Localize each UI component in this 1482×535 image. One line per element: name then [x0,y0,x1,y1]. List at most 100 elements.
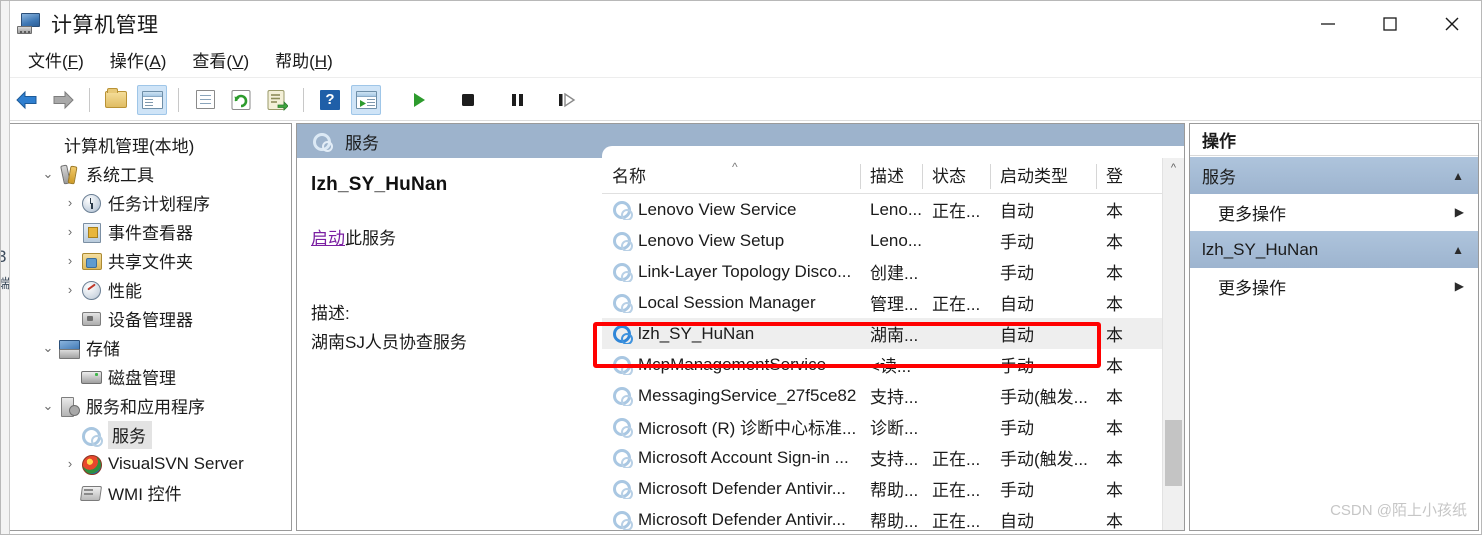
expand-chevron-down-icon[interactable]: ⌄ [38,167,58,180]
column-header-name[interactable]: 名称 ^ [602,162,860,193]
scroll-up-arrow-icon[interactable]: ^ [1163,158,1184,178]
column-header-label: 启动类型 [1000,167,1068,186]
table-row[interactable]: Lenovo View Setup Leno... 手动 本 [602,225,1184,256]
column-header-logon[interactable]: 登 [1096,162,1134,193]
export-list-icon[interactable] [262,85,292,115]
menu-action[interactable]: 操作(A) [97,49,180,75]
expand-chevron-right-icon[interactable]: › [60,196,80,209]
cell-name: Link-Layer Topology Disco... [602,262,860,282]
table-row[interactable]: Microsoft Account Sign-in ... 支持... 正在... 手… [602,442,1184,473]
actions-list: 服务 ▲ 更多操作 ▶ lzh_SY_HuNan ▲ 更多操作 ▶ [1190,156,1478,304]
refresh-icon[interactable] [226,85,256,115]
tree-item-8[interactable]: · 磁盘管理 [10,362,291,391]
tree-item-11[interactable]: › VisualSVN Server [10,449,291,478]
start-service-link[interactable]: 启动 [311,229,345,248]
cell-status: 正在... [932,202,981,221]
tree-item-7[interactable]: ⌄ 存储 [10,333,291,362]
cell-startup: 手动 [1000,481,1034,500]
cell-desc: 诊断... [870,419,919,438]
tree-item-6[interactable]: · 设备管理器 [10,304,291,333]
help-icon[interactable]: ? [315,85,345,115]
table-row[interactable]: lzh_SY_HuNan 湖南... 自动 本 [602,318,1184,349]
cell-name: Microsoft (R) 诊断中心标准... [602,414,860,439]
cell-logon: 本 [1106,264,1123,283]
table-row[interactable]: McpManagementService <读... 手动 本 [602,349,1184,380]
tree-item-label: VisualSVN Server [108,453,244,473]
column-header-startup[interactable]: 启动类型 [990,162,1096,193]
expand-chevron-down-icon[interactable]: ⌄ [38,341,58,354]
tree-item-2[interactable]: › 任务计划程序 [10,188,291,217]
services-table-body: Lenovo View Service Leno... 正在... 自动本 Lenovo… [602,194,1184,530]
expand-chevron-right-icon[interactable]: › [60,457,80,470]
expand-chevron-down-icon[interactable]: ⌄ [38,399,58,412]
tree-item-label: 存储 [86,340,120,359]
service-detail-panel: lzh_SY_HuNan 启动此服务 描述: 湖南SJ人员协查服务 [297,158,602,530]
table-row[interactable]: Link-Layer Topology Disco... 创建... 手动 本 [602,256,1184,287]
maximize-button[interactable] [1359,1,1421,46]
detail-description-label: 描述: [311,304,350,323]
cell-logon: 本 [1106,450,1123,469]
tree-item-1[interactable]: ⌄ 系统工具 [10,159,291,188]
actions-item-more-0[interactable]: 更多操作 ▶ [1190,194,1478,230]
tree-item-0[interactable]: · 计算机管理(本地) [10,130,291,159]
expand-chevron-right-icon[interactable]: › [60,254,80,267]
restart-service-icon[interactable] [551,85,581,115]
start-service-icon[interactable] [404,85,434,115]
expand-chevron-right-icon[interactable]: › [60,225,80,238]
tree-item-9[interactable]: ⌄ 服务和应用程序 [10,391,291,420]
stop-service-icon[interactable] [453,85,483,115]
table-row[interactable]: Local Session Manager 管理... 正在... 自动 本 [602,287,1184,318]
tree-item-label: 任务计划程序 [108,195,210,214]
tree-item-label: 服务和应用程序 [86,398,205,417]
services-table-scrollbar[interactable]: ^ [1162,158,1184,530]
cell-name: Local Session Manager [602,293,860,313]
minimize-button[interactable] [1297,1,1359,46]
tree-item-10[interactable]: · 服务 [10,420,291,449]
tree-item-5[interactable]: › 性能 [10,275,291,304]
computer-management-icon [17,12,41,35]
show-action-pane-icon[interactable] [351,84,381,115]
table-row[interactable]: Lenovo View Service Leno... 正在... 自动 本 [602,194,1184,225]
detail-description-text: 湖南SJ人员协查服务 [311,333,467,352]
menu-file[interactable]: 文件(F) [15,49,97,75]
up-folder-icon[interactable] [101,85,131,115]
forward-arrow-icon[interactable] [48,85,78,115]
scrollbar-thumb[interactable] [1165,420,1182,486]
services-pane-title: 服务 [345,133,379,153]
table-row[interactable]: MessagingService_27f5ce82 支持... 手动(触发... 本 [602,380,1184,411]
actions-pane: 操作 服务 ▲ 更多操作 ▶ lzh_SY_HuNan ▲ 更多操作 ▶ [1189,123,1479,531]
pause-service-icon[interactable] [502,85,532,115]
tree-item-12[interactable]: · WMI 控件 [10,478,291,507]
menu-view[interactable]: 查看(V) [179,49,262,75]
service-gear-icon [612,324,633,344]
tree-item-label: 性能 [108,282,142,301]
disk-icon [80,367,102,387]
cell-desc: 支持... [870,388,919,407]
collapse-chevron-up-icon[interactable]: ▲ [1452,243,1464,257]
actions-group-header-1[interactable]: lzh_SY_HuNan ▲ [1190,230,1478,268]
column-header-status[interactable]: 状态 [922,162,990,193]
column-header-desc[interactable]: 描述 [860,162,922,193]
actions-item-more-1[interactable]: 更多操作 ▶ [1190,268,1478,304]
table-row[interactable]: Microsoft Defender Antivir... 帮助... 正在... 自… [602,504,1184,530]
tree-item-4[interactable]: › 共享文件夹 [10,246,291,275]
menu-help[interactable]: 帮助(H) [262,49,346,75]
detail-action-suffix: 此服务 [345,229,396,248]
tree-item-3[interactable]: › 事件查看器 [10,217,291,246]
table-row[interactable]: Microsoft Defender Antivir... 帮助... 正在... 手… [602,473,1184,504]
window-controls [1297,1,1481,46]
expand-chevron-right-icon[interactable]: › [60,283,80,296]
column-header-label: 登 [1106,167,1123,186]
show-hide-tree-icon[interactable] [137,84,167,115]
cell-name: Microsoft Defender Antivir... [602,510,860,530]
properties-icon[interactable] [190,85,220,115]
cell-logon: 本 [1106,388,1123,407]
toolbar-separator [303,87,304,112]
close-button[interactable] [1421,1,1481,46]
svn-icon [80,454,102,475]
actions-group-header-0[interactable]: 服务 ▲ [1190,156,1478,194]
back-arrow-icon[interactable] [12,85,42,115]
collapse-chevron-up-icon[interactable]: ▲ [1452,169,1464,183]
tree-item-label: 共享文件夹 [108,253,193,272]
table-row[interactable]: Microsoft (R) 诊断中心标准... 诊断... 手动 本 [602,411,1184,442]
